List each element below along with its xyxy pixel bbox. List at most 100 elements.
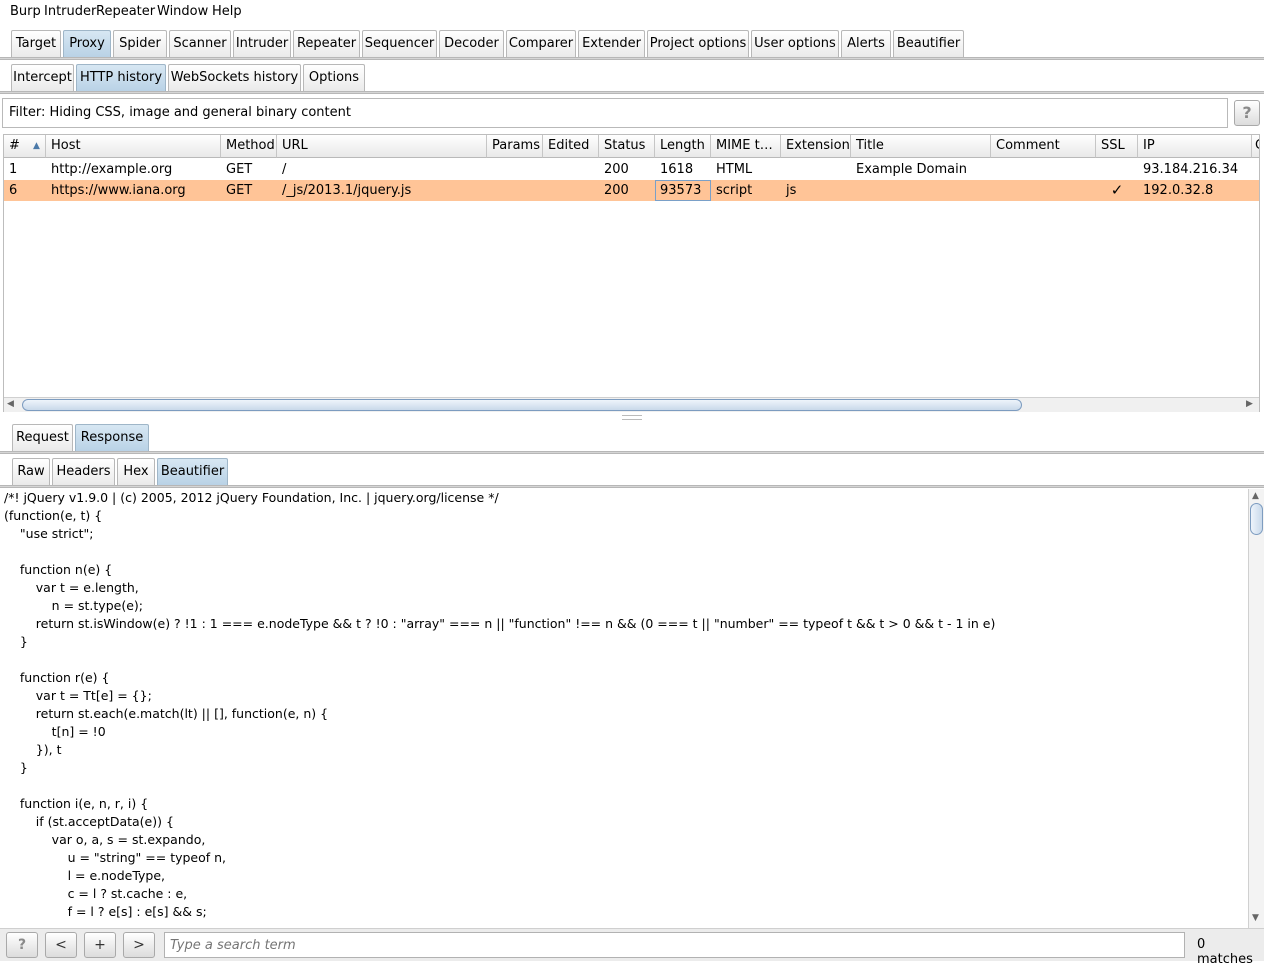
cell-number: 6 — [9, 183, 18, 198]
next-match-button[interactable]: > — [123, 932, 155, 958]
code-line: return st.isWindow(e) ? !1 : 1 === e.nod… — [4, 616, 996, 631]
code-line: f = l ? e[s] : e[s] && s; — [4, 904, 207, 919]
menu-repeater[interactable]: Repeater — [96, 4, 155, 19]
code-line: } — [4, 760, 28, 775]
col-cookies[interactable]: C — [1252, 135, 1259, 158]
tab-target[interactable]: Target — [11, 30, 61, 57]
col-title[interactable]: Title — [851, 135, 991, 158]
code-line: l = e.nodeType, — [4, 868, 166, 883]
tab-scanner[interactable]: Scanner — [169, 30, 231, 57]
tab-extender[interactable]: Extender — [578, 30, 645, 57]
col-number[interactable]: # ▲ — [4, 135, 46, 158]
col-host[interactable]: Host — [46, 135, 221, 158]
previous-match-button[interactable]: < — [45, 932, 77, 958]
response-code-editor[interactable]: /*! jQuery v1.9.0 | (c) 2005, 2012 jQuer… — [0, 489, 1248, 928]
tab-beautifier[interactable]: Beautifier — [893, 30, 964, 57]
filter-help-button[interactable]: ? — [1234, 100, 1260, 126]
menu-help[interactable]: Help — [212, 4, 242, 19]
cell-url: /_js/2013.1/jquery.js — [282, 183, 412, 198]
tab-intercept[interactable]: Intercept — [11, 64, 74, 91]
filter-bar[interactable]: Filter: Hiding CSS, image and general bi… — [2, 98, 1228, 128]
message-tab-bar: Request Response — [0, 424, 1264, 454]
search-input[interactable] — [164, 932, 1185, 958]
cell-ip: 93.184.216.34 — [1143, 162, 1239, 177]
menu-burp[interactable]: Burp — [10, 4, 41, 19]
code-vertical-scrollbar[interactable]: ▲ ▼ — [1248, 489, 1264, 928]
cell-mime-type: script — [716, 183, 753, 198]
cell-length: 93573 — [655, 180, 711, 201]
table-row[interactable]: 1 http://example.org GET / 200 1618 HTML… — [4, 159, 1259, 180]
tab-decoder[interactable]: Decoder — [439, 30, 504, 57]
col-comment[interactable]: Comment — [991, 135, 1096, 158]
col-edited[interactable]: Edited — [543, 135, 599, 158]
menu-intruder[interactable]: Intruder — [44, 4, 96, 19]
scrollbar-thumb[interactable] — [22, 399, 1022, 411]
split-pane-divider[interactable] — [622, 415, 642, 420]
tab-headers[interactable]: Headers — [52, 458, 115, 485]
tab-http-history[interactable]: HTTP history — [76, 64, 166, 91]
history-table: # ▲ Host Method URL Params Edited Status … — [3, 134, 1260, 412]
col-length[interactable]: Length — [655, 135, 711, 158]
col-url[interactable]: URL — [277, 135, 487, 158]
message-tab-divider — [0, 451, 1264, 454]
tab-response[interactable]: Response — [75, 424, 149, 451]
cell-mime-type: HTML — [716, 162, 753, 177]
code-line: u = "string" == typeof n, — [4, 850, 227, 865]
tab-hex[interactable]: Hex — [117, 458, 155, 485]
code-line: (function(e, t) { — [4, 508, 103, 523]
search-bar: ? < + > 0 matches — [0, 928, 1264, 967]
cell-number: 1 — [9, 162, 18, 177]
tab-user-options[interactable]: User options — [751, 30, 839, 57]
tab-comparer[interactable]: Comparer — [506, 30, 576, 57]
tab-raw[interactable]: Raw — [12, 458, 50, 485]
table-row-selected[interactable]: 6 https://www.iana.org GET /_js/2013.1/j… — [4, 180, 1259, 201]
main-tab-divider — [0, 57, 1264, 60]
code-line: function i(e, n, r, i) { — [4, 796, 149, 811]
tab-intruder[interactable]: Intruder — [233, 30, 291, 57]
col-status[interactable]: Status — [599, 135, 655, 158]
scroll-down-icon[interactable]: ▼ — [1252, 913, 1259, 923]
col-params[interactable]: Params — [487, 135, 543, 158]
menu-window[interactable]: Window — [157, 4, 208, 19]
scroll-up-icon[interactable]: ▲ — [1252, 491, 1259, 501]
ssl-check-icon: ✓ — [1110, 181, 1124, 199]
code-line: var t = e.length, — [4, 580, 139, 595]
tab-websockets-history[interactable]: WebSockets history — [168, 64, 301, 91]
view-tab-bar: Raw Headers Hex Beautifier — [0, 458, 1264, 488]
col-number-label: # — [9, 138, 20, 153]
tab-proxy-options[interactable]: Options — [303, 64, 365, 91]
code-line: c = l ? st.cache : e, — [4, 886, 188, 901]
search-help-button[interactable]: ? — [6, 932, 38, 958]
tab-project-options[interactable]: Project options — [647, 30, 749, 57]
code-line: var t = Tt[e] = {}; — [4, 688, 152, 703]
tab-request[interactable]: Request — [12, 424, 73, 451]
col-method[interactable]: Method — [221, 135, 277, 158]
code-line: if (st.acceptData(e)) { — [4, 814, 174, 829]
table-horizontal-scrollbar[interactable]: ◀ ▶ — [4, 397, 1259, 412]
add-button[interactable]: + — [84, 932, 116, 958]
code-line: return st.each(e.match(lt) || [], functi… — [4, 706, 329, 721]
tab-alerts[interactable]: Alerts — [841, 30, 891, 57]
tab-spider[interactable]: Spider — [113, 30, 167, 57]
proxy-tab-bar: Intercept HTTP history WebSockets histor… — [0, 64, 1264, 94]
tab-repeater[interactable]: Repeater — [293, 30, 360, 57]
scroll-right-icon[interactable]: ▶ — [1246, 399, 1253, 409]
scroll-left-icon[interactable]: ◀ — [7, 399, 14, 409]
tab-beautifier-view[interactable]: Beautifier — [157, 458, 228, 485]
code-line: n = st.type(e); — [4, 598, 143, 613]
code-line: } — [4, 634, 28, 649]
scrollbar-thumb[interactable] — [1250, 503, 1263, 535]
code-line: /*! jQuery v1.9.0 | (c) 2005, 2012 jQuer… — [4, 490, 499, 505]
col-ssl[interactable]: SSL — [1096, 135, 1138, 158]
col-mime-type[interactable]: MIME t… — [711, 135, 781, 158]
cell-title: Example Domain — [856, 162, 967, 177]
code-line: function n(e) { — [4, 562, 113, 577]
code-line: }), t — [4, 742, 62, 757]
col-extension[interactable]: Extension — [781, 135, 851, 158]
code-line: var o, a, s = st.expando, — [4, 832, 206, 847]
code-line: function r(e) { — [4, 670, 110, 685]
cell-host: http://example.org — [51, 162, 173, 177]
tab-sequencer[interactable]: Sequencer — [362, 30, 437, 57]
tab-proxy[interactable]: Proxy — [63, 30, 111, 57]
col-ip[interactable]: IP — [1138, 135, 1252, 158]
